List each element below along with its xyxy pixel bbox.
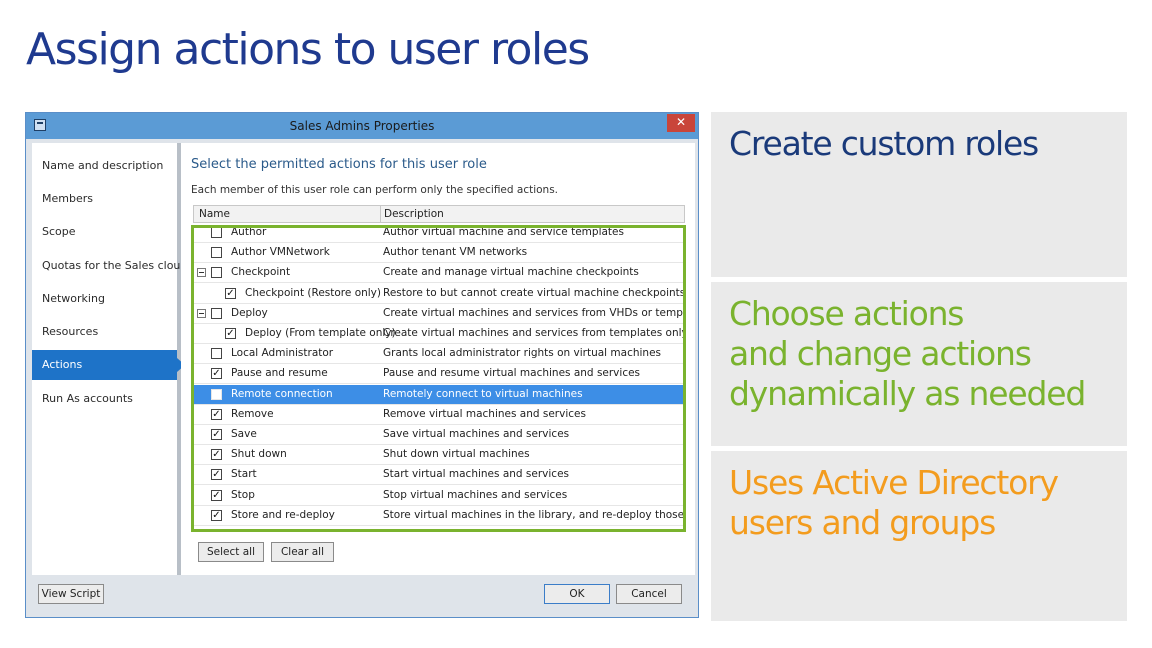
action-name: Remote connection xyxy=(231,387,333,400)
actions-grid: Name Description Author Author virtual ma… xyxy=(193,205,685,533)
select-all-button[interactable]: Select all xyxy=(198,542,264,562)
action-description: Grants local administrator rights on vir… xyxy=(383,347,662,360)
action-name: Checkpoint xyxy=(231,266,291,279)
collapse-toggle-icon[interactable] xyxy=(197,268,206,278)
action-name: Store and re-deploy xyxy=(231,508,335,521)
action-checkbox[interactable] xyxy=(211,348,222,360)
action-description: Store virtual machines in the library, a… xyxy=(383,508,683,521)
clear-all-button[interactable]: Clear all xyxy=(271,542,334,562)
action-checkbox[interactable]: ✓ xyxy=(211,489,222,501)
nav-item-members[interactable]: Members xyxy=(32,184,177,214)
nav-item-resources[interactable]: Resources xyxy=(32,317,177,347)
panel-choose-actions: Choose actions and change actions dynami… xyxy=(711,282,1127,446)
action-description: Pause and resume virtual machines and se… xyxy=(383,367,641,380)
action-description: Start virtual machines and services xyxy=(383,468,570,481)
action-name: Checkpoint (Restore only) xyxy=(245,286,381,299)
table-row[interactable]: ✓ Stop Stop virtual machines and services xyxy=(193,486,685,506)
nav-item-quotas[interactable]: Quotas for the Sales cloud xyxy=(32,251,187,281)
action-name: Shut down xyxy=(231,448,287,461)
dialog-titlebar[interactable]: Sales Admins Properties ✕ xyxy=(26,113,698,139)
nav-item-run-as-accounts[interactable]: Run As accounts xyxy=(32,384,177,414)
table-row[interactable]: ✓ Remove Remove virtual machines and servi… xyxy=(193,405,685,425)
section-heading: Select the permitted actions for this us… xyxy=(191,157,487,172)
table-row[interactable]: ✓ Deploy (From template only) Create virtu… xyxy=(193,324,685,344)
panel-text-choose-actions: Choose actions and change actions dynami… xyxy=(729,294,1086,413)
action-checkbox[interactable]: ✓ xyxy=(211,509,222,521)
table-row[interactable]: ✓ Shut down Shut down virtual machines xyxy=(193,445,685,466)
action-checkbox[interactable]: ✓ xyxy=(211,429,222,440)
column-header-name[interactable]: Name xyxy=(199,208,230,220)
table-row[interactable]: Checkpoint Create and manage virtual mach… xyxy=(193,263,685,284)
properties-dialog: Sales Admins Properties ✕ Name and descr… xyxy=(25,112,699,618)
action-description: Stop virtual machines and services xyxy=(383,488,568,501)
table-row[interactable]: Deploy Create virtual machines and servic… xyxy=(193,304,685,324)
action-name: Start xyxy=(231,468,257,481)
close-button[interactable]: ✕ xyxy=(667,114,695,132)
table-row[interactable]: Author Author virtual machine and service… xyxy=(193,223,685,243)
action-description: Create virtual machines and services fro… xyxy=(383,327,683,339)
column-divider[interactable] xyxy=(380,206,381,222)
action-name: Deploy xyxy=(231,306,268,319)
action-description: Author virtual machine and service templ… xyxy=(383,226,624,238)
panel-text-active-directory: Uses Active Directory users and groups xyxy=(729,463,1059,542)
left-navigation: Name and description Members Scope Quota… xyxy=(32,143,187,575)
action-description: Shut down virtual machines xyxy=(383,448,530,461)
action-checkbox[interactable]: ✓ xyxy=(211,469,222,481)
view-script-button[interactable]: View Script xyxy=(38,584,104,604)
slide-title: Assign actions to user roles xyxy=(26,24,590,75)
action-name: Remove xyxy=(231,407,274,420)
table-row[interactable]: ✓ Pause and resume Pause and resume virtua… xyxy=(193,364,685,385)
action-checkbox[interactable] xyxy=(211,247,222,259)
action-description: Remove virtual machines and services xyxy=(383,407,586,420)
table-row[interactable]: ✓ Store and re-deploy Store virtual machin… xyxy=(193,506,685,526)
table-row[interactable]: Author VMNetwork Author tenant VM network… xyxy=(193,243,685,264)
action-description: Author tenant VM networks xyxy=(383,246,528,259)
collapse-toggle-icon[interactable] xyxy=(197,308,206,318)
action-checkbox[interactable] xyxy=(211,267,222,279)
action-description: Create virtual machines and services fro… xyxy=(383,306,683,319)
action-checkbox[interactable] xyxy=(211,307,222,319)
action-name: Local Administrator xyxy=(231,347,334,360)
action-name: Deploy (From template only) xyxy=(245,327,396,339)
action-checkbox[interactable]: ✓ xyxy=(211,368,222,380)
action-checkbox[interactable]: ✓ xyxy=(225,287,236,299)
nav-item-actions[interactable]: Actions xyxy=(32,350,185,380)
action-description: Restore to but cannot create virtual mac… xyxy=(383,286,683,299)
panel-create-custom-roles: Create custom roles xyxy=(711,112,1127,277)
grid-header: Name Description xyxy=(193,205,685,223)
action-checkbox[interactable]: ✓ xyxy=(211,408,222,420)
panel-active-directory: Uses Active Directory users and groups xyxy=(711,451,1127,621)
action-checkbox[interactable]: ✓ xyxy=(211,449,222,461)
nav-item-networking[interactable]: Networking xyxy=(32,284,177,314)
ok-button[interactable]: OK xyxy=(544,584,610,604)
action-name: Author VMNetwork xyxy=(231,246,330,259)
table-row[interactable]: Remote connection Remotely connect to vir… xyxy=(193,384,685,405)
cancel-button[interactable]: Cancel xyxy=(616,584,682,604)
panel-text-create-custom-roles: Create custom roles xyxy=(729,124,1039,163)
dialog-title: Sales Admins Properties xyxy=(289,119,435,133)
action-checkbox[interactable]: ✓ xyxy=(225,328,236,339)
section-description: Each member of this user role can perfor… xyxy=(191,184,559,196)
table-row[interactable]: Local Administrator Grants local administ… xyxy=(193,344,685,365)
action-description: Save virtual machines and services xyxy=(383,428,570,440)
nav-item-name-and-description[interactable]: Name and description xyxy=(32,151,177,181)
action-checkbox[interactable] xyxy=(211,227,222,238)
action-name: Stop xyxy=(231,488,255,501)
action-description: Remotely connect to virtual machines xyxy=(383,387,583,400)
action-name: Save xyxy=(231,428,257,440)
table-row[interactable]: ✓ Checkpoint (Restore only) Restore to but… xyxy=(193,284,685,304)
action-description: Create and manage virtual machine checkp… xyxy=(383,266,639,279)
table-row[interactable]: ✓ Save Save virtual machines and services xyxy=(193,425,685,445)
table-row[interactable]: ✓ Start Start virtual machines and service… xyxy=(193,465,685,486)
action-name: Author xyxy=(231,226,267,238)
column-header-description[interactable]: Description xyxy=(384,208,444,220)
action-checkbox[interactable] xyxy=(211,388,222,400)
action-name: Pause and resume xyxy=(231,367,328,380)
nav-item-scope[interactable]: Scope xyxy=(32,217,177,247)
